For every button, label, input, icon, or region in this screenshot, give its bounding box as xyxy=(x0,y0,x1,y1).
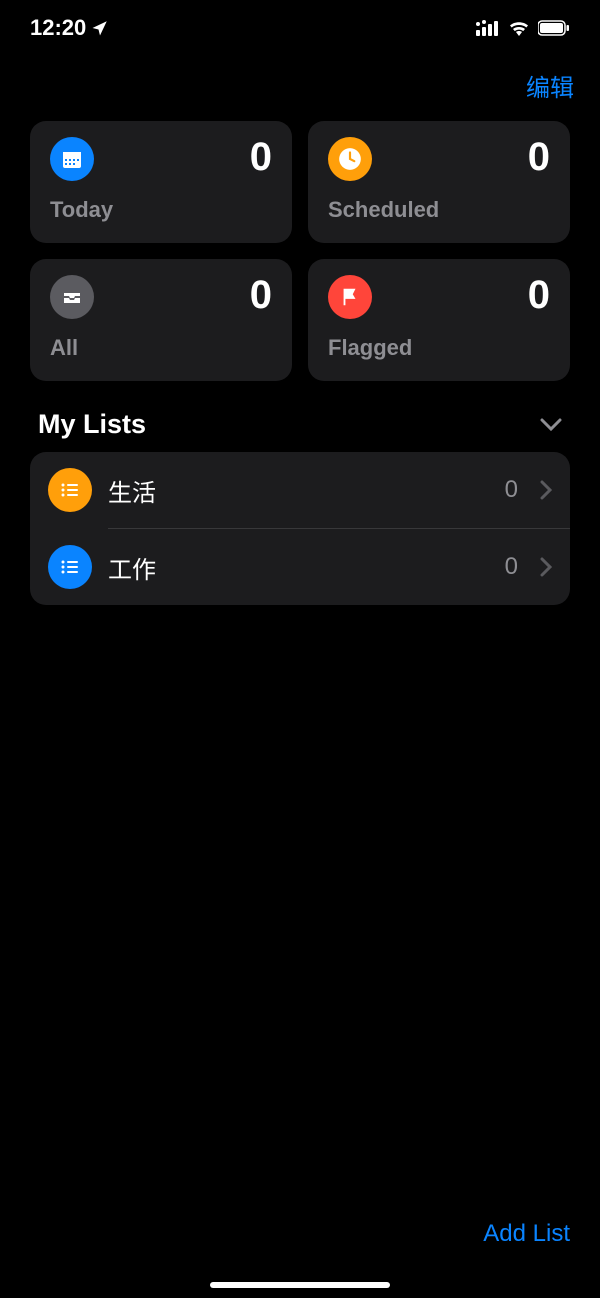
status-time: 12:20 xyxy=(30,15,86,41)
scheduled-count: 0 xyxy=(528,137,550,177)
list-item[interactable]: 工作 0 xyxy=(30,529,570,605)
scheduled-label: Scheduled xyxy=(328,197,550,223)
flagged-count: 0 xyxy=(528,275,550,315)
battery-icon xyxy=(538,20,570,36)
flagged-card[interactable]: 0 Flagged xyxy=(308,259,570,381)
scheduled-card[interactable]: 0 Scheduled xyxy=(308,121,570,243)
chevron-right-icon xyxy=(540,557,552,577)
today-label: Today xyxy=(50,197,272,223)
list-count: 0 xyxy=(505,553,518,581)
list-item[interactable]: 生活 0 xyxy=(30,452,570,528)
chevron-down-icon xyxy=(540,418,562,432)
home-indicator[interactable] xyxy=(210,1282,390,1288)
all-card[interactable]: 0 All xyxy=(30,259,292,381)
calendar-icon xyxy=(50,137,94,181)
status-bar: 12:20 xyxy=(0,0,600,50)
all-count: 0 xyxy=(250,275,272,315)
status-indicators xyxy=(476,20,570,36)
today-count: 0 xyxy=(250,137,272,177)
all-label: All xyxy=(50,335,272,361)
list-name: 生活 xyxy=(108,473,489,508)
status-time-area: 12:20 xyxy=(30,15,109,41)
today-card[interactable]: 0 Today xyxy=(30,121,292,243)
section-title: My Lists xyxy=(38,409,146,440)
list-name: 工作 xyxy=(108,550,489,585)
my-lists-header[interactable]: My Lists xyxy=(0,381,600,452)
edit-button[interactable]: 编辑 xyxy=(526,68,574,103)
chevron-right-icon xyxy=(540,480,552,500)
location-icon xyxy=(91,19,109,37)
wifi-icon xyxy=(508,20,530,36)
add-list-button[interactable]: Add List xyxy=(483,1220,570,1248)
list-count: 0 xyxy=(505,476,518,504)
my-lists-container: 生活 0 工作 0 xyxy=(30,452,570,605)
cellular-icon xyxy=(476,20,500,36)
inbox-icon xyxy=(50,275,94,319)
smart-lists-grid: 0 Today 0 Scheduled 0 All 0 Flagged xyxy=(0,121,600,381)
list-icon xyxy=(48,545,92,589)
nav-bar: 编辑 xyxy=(0,50,600,121)
flag-icon xyxy=(328,275,372,319)
clock-icon xyxy=(328,137,372,181)
list-icon xyxy=(48,468,92,512)
flagged-label: Flagged xyxy=(328,335,550,361)
